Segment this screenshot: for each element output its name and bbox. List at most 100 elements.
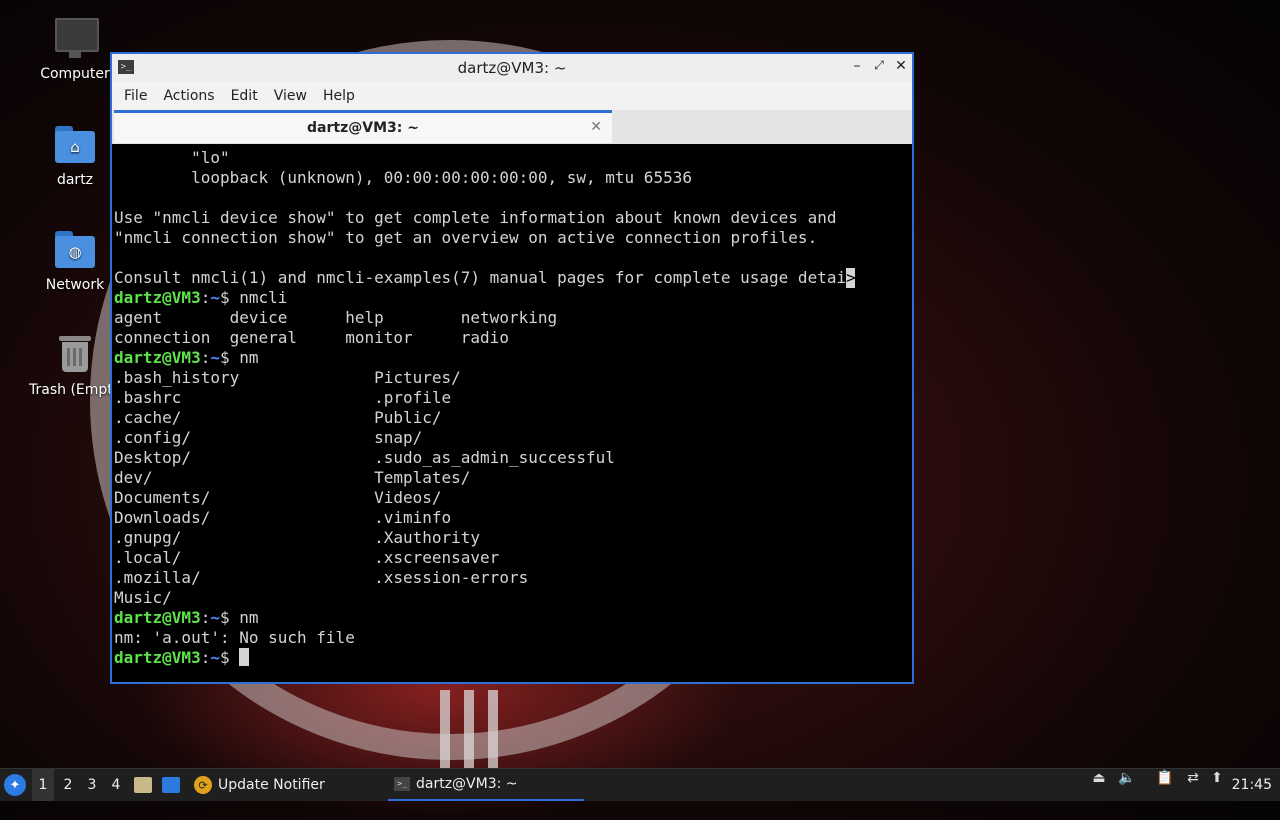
terminal-prompt-line: dartz@VM3:~$ nmcli	[114, 288, 912, 308]
home-folder-icon: ⌂	[53, 122, 97, 166]
terminal-text: .gnupg/ .Xauthority	[114, 528, 481, 547]
terminal-output[interactable]: "lo" loopback (unknown), 00:00:00:00:00:…	[114, 148, 912, 682]
terminal-output-line: "lo"	[114, 148, 912, 168]
start-menu-icon: ✦	[4, 774, 26, 796]
terminal-output-line: .cache/ Public/	[114, 408, 912, 428]
terminal-output-line: nm: 'a.out': No such file	[114, 628, 912, 648]
terminal-icon: >_	[394, 777, 410, 791]
tab-label: dartz@VM3: ~	[307, 120, 419, 136]
prompt-user: dartz@VM3	[114, 648, 201, 667]
menu-actions[interactable]: Actions	[155, 88, 222, 104]
clock[interactable]: 21:45	[1232, 769, 1272, 801]
prompt-user: dartz@VM3	[114, 608, 201, 627]
terminal-output-line: dev/ Templates/	[114, 468, 912, 488]
task-terminal[interactable]: >_ dartz@VM3: ~	[388, 769, 584, 801]
desktop-icon	[162, 777, 180, 793]
terminal-text: dev/ Templates/	[114, 468, 471, 487]
wallpaper-bars	[440, 690, 512, 774]
terminal-output-line: connection general monitor radio	[114, 328, 912, 348]
terminal-text: "lo"	[114, 148, 230, 167]
prompt-path: ~	[210, 288, 220, 307]
update-notifier-icon: ⟳	[194, 776, 212, 794]
prompt-dollar: $	[219, 288, 240, 307]
prompt-dollar: $	[219, 648, 240, 667]
terminal-output-line: .mozilla/ .xsession-errors	[114, 568, 912, 588]
terminal-text: "nmcli connection show" to get an overvi…	[114, 228, 818, 247]
workspace-3[interactable]: 3	[81, 769, 103, 801]
workspace-2[interactable]: 2	[57, 769, 79, 801]
terminal-text: agent device help networking	[114, 308, 558, 327]
terminal-output-line: Desktop/ .sudo_as_admin_successful	[114, 448, 912, 468]
prompt-dollar: $	[219, 348, 240, 367]
update-tray-icon[interactable]: ⬆	[1208, 769, 1226, 787]
terminal-text: loopback (unknown), 00:00:00:00:00:00, s…	[114, 168, 692, 187]
tab-terminal[interactable]: dartz@VM3: ~ ✕	[114, 110, 612, 143]
prompt-path: ~	[210, 648, 220, 667]
terminal-output-line: .bashrc .profile	[114, 388, 912, 408]
file-manager-launcher[interactable]	[134, 769, 152, 801]
terminal-text: connection general monitor radio	[114, 328, 509, 347]
network-status-icon[interactable]: ⇄	[1184, 769, 1202, 787]
terminal-output-line: Downloads/ .viminfo	[114, 508, 912, 528]
prompt-separator: :	[200, 348, 211, 367]
prompt-separator: :	[200, 288, 211, 307]
clipboard-icon[interactable]: 📋	[1156, 769, 1174, 787]
prompt-user: dartz@VM3	[114, 288, 201, 307]
terminal-text: Consult nmcli(1) and nmcli-examples(7) m…	[114, 268, 847, 287]
prompt-path: ~	[210, 608, 220, 627]
terminal-prompt-line: dartz@VM3:~$ nm	[114, 608, 912, 628]
taskbar: ✦ 1 2 3 4 ⟳ Update Notifier >_ dartz@VM3…	[0, 768, 1280, 801]
tab-close-icon[interactable]: ✕	[590, 119, 602, 135]
terminal-output-line: Music/	[114, 588, 912, 608]
terminal-output-line: .gnupg/ .Xauthority	[114, 528, 912, 548]
prompt-separator: :	[200, 648, 211, 667]
tab-bar: dartz@VM3: ~ ✕	[112, 110, 912, 144]
network-folder-icon: ◍	[53, 227, 97, 271]
show-desktop-launcher[interactable]	[162, 769, 180, 801]
terminal-prompt-line: dartz@VM3:~$ nm	[114, 348, 912, 368]
start-menu-button[interactable]: ✦	[4, 769, 28, 801]
terminal-prompt-line: dartz@VM3:~$	[114, 648, 912, 668]
terminal-output-line: agent device help networking	[114, 308, 912, 328]
prompt-command: nmcli	[239, 288, 288, 307]
prompt-path: ~	[210, 348, 220, 367]
menu-view[interactable]: View	[266, 88, 315, 104]
prompt-command: nm	[239, 608, 259, 627]
minimize-button[interactable]: –	[848, 58, 866, 74]
prompt-user: dartz@VM3	[114, 348, 201, 367]
window-titlebar[interactable]: >_ dartz@VM3: ~ – ⤢ ✕	[112, 54, 912, 82]
volume-icon[interactable]: 🔈	[1118, 769, 1136, 787]
task-label: dartz@VM3: ~	[416, 776, 518, 792]
trash-icon	[53, 332, 97, 376]
terminal-icon: >_	[118, 60, 134, 74]
terminal-output-line: .local/ .xscreensaver	[114, 548, 912, 568]
window-title: dartz@VM3: ~	[457, 59, 567, 77]
prompt-dollar: $	[219, 608, 240, 627]
menu-file[interactable]: File	[116, 88, 155, 104]
prompt-command: nm	[239, 348, 259, 367]
prompt-separator: :	[200, 608, 211, 627]
task-label: Update Notifier	[218, 777, 325, 793]
menu-help[interactable]: Help	[315, 88, 363, 104]
terminal-text: .bashrc .profile	[114, 388, 452, 407]
terminal-window[interactable]: >_ dartz@VM3: ~ – ⤢ ✕ File Actions Edit …	[110, 52, 914, 684]
terminal-text: Music/	[114, 588, 172, 607]
terminal-text: Documents/ Videos/	[114, 488, 442, 507]
terminal-output-line: .bash_history Pictures/	[114, 368, 912, 388]
close-button[interactable]: ✕	[892, 58, 910, 74]
terminal-output-line: loopback (unknown), 00:00:00:00:00:00, s…	[114, 168, 912, 188]
menu-edit[interactable]: Edit	[223, 88, 266, 104]
workspace-4[interactable]: 4	[105, 769, 127, 801]
task-update-notifier[interactable]: ⟳ Update Notifier	[194, 769, 384, 801]
tray-eject-icon[interactable]: ⏏	[1090, 769, 1108, 787]
terminal-text: .mozilla/ .xsession-errors	[114, 568, 529, 587]
menu-bar: File Actions Edit View Help	[112, 82, 912, 110]
terminal-output-line: Documents/ Videos/	[114, 488, 912, 508]
monitor-icon	[53, 16, 99, 60]
workspace-1[interactable]: 1	[32, 769, 54, 801]
terminal-text: .local/ .xscreensaver	[114, 548, 500, 567]
maximize-button[interactable]: ⤢	[870, 58, 888, 73]
terminal-text: Desktop/ .sudo_as_admin_successful	[114, 448, 615, 467]
